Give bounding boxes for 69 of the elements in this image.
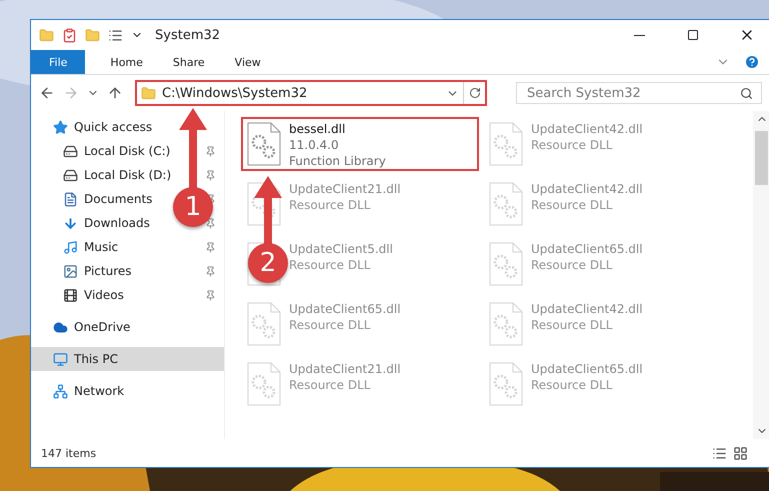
ribbon-tab[interactable]: File [31,50,86,74]
sidebar-item-label: Documents [84,192,152,206]
item-count: 147 items [41,446,98,460]
download-icon [63,216,78,230]
maximize-icon [687,29,699,41]
file-detail: Function Library [289,154,386,168]
ribbon-tab[interactable]: View [220,50,276,74]
file-name: UpdateClient65.dll [289,302,401,316]
scroll-thumb[interactable] [755,131,768,185]
ribbon-tab[interactable]: Home [95,50,158,74]
large-icons-view-button[interactable] [733,446,748,460]
search-icon [740,86,753,100]
back-button[interactable] [39,85,55,101]
drive-icon [63,144,78,158]
sidebar-item-label: Local Disk (D:) [84,168,172,182]
grid-icon [733,446,748,460]
drive-icon [63,168,78,182]
sidebar-item-label: This PC [74,352,118,366]
file-detail: Resource DLL [531,198,614,212]
file-detail: Resource DLL [289,198,372,212]
file-detail: Resource DLL [531,258,614,272]
window-title: System32 [155,28,222,42]
file-name: UpdateClient5.dll [289,242,393,256]
scrollbar[interactable] [753,111,769,439]
up-button[interactable] [107,85,123,101]
address-field[interactable]: C:\Windows\System32 [135,80,487,106]
file-detail: Resource DLL [531,318,614,332]
document-icon [63,192,78,206]
sidebar-item-label: Quick access [74,120,152,134]
star-icon [53,120,68,134]
file-name: UpdateClient21.dll [289,362,401,376]
file-name: bessel.dll [289,122,346,136]
properties-icon[interactable] [62,28,77,42]
search-field[interactable]: Search System32 [516,82,762,104]
music-note-icon [63,240,78,254]
file-item[interactable]: bessel.dll 11.0.4.0 Function Library [241,117,479,171]
sidebar-item-label: OneDrive [74,320,130,334]
file-detail: 11.0.4.0 [289,138,340,152]
picture-icon [63,264,78,278]
file-detail: Resource DLL [289,378,372,392]
details-view-button[interactable] [712,446,727,460]
file-detail: Resource DLL [531,378,614,392]
sidebar-item-label: Videos [84,288,124,302]
cloud-icon [53,320,68,334]
file-name: UpdateClient21.dll [289,182,401,196]
file-detail: Resource DLL [289,258,372,272]
sidebar-item-label: Local Disk (C:) [84,144,170,158]
film-icon [63,288,78,302]
file-name: UpdateClient42.dll [531,182,643,196]
minimize-icon [634,34,644,36]
ribbon-tab[interactable]: Share [158,50,220,74]
address-path: C:\Windows\System32 [162,86,308,100]
sidebar-item-label: Pictures [84,264,132,278]
folder-icon [141,86,156,100]
file-detail: Resource DLL [531,138,614,152]
file-name: UpdateClient42.dll [531,122,643,136]
file-name: UpdateClient65.dll [531,362,643,376]
list-icon[interactable] [108,28,123,42]
file-name: UpdateClient42.dll [531,302,643,316]
network-icon [53,384,68,398]
sidebar-item-label: Music [84,240,118,254]
refresh-icon [468,87,480,99]
sidebar-item[interactable]: This PC [31,347,224,371]
sidebar-item-label: Downloads [84,216,150,230]
monitor-icon [53,352,68,366]
file-name: UpdateClient65.dll [531,242,643,256]
list-icon [712,446,727,460]
file-detail: Resource DLL [289,318,372,332]
sidebar-item-label: Network [74,384,124,398]
